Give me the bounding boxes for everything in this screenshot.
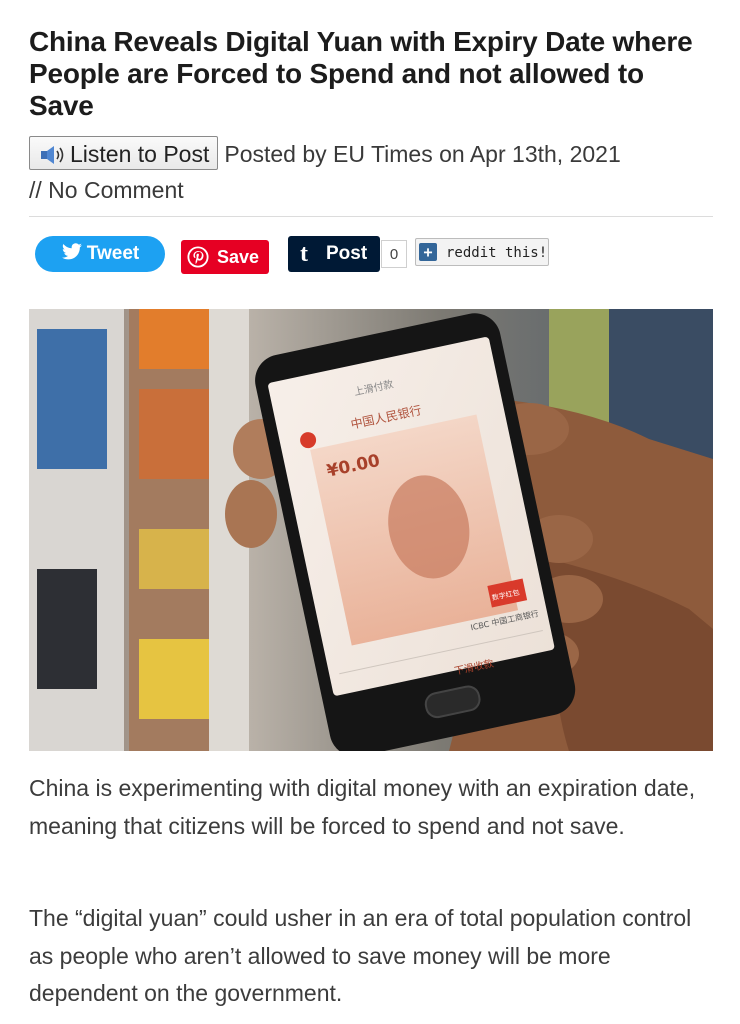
listen-label: Listen to Post — [70, 141, 210, 167]
share-buttons: Tweet Save t Post 0 + reddit this! — [29, 234, 713, 278]
article-photo: 上滑付款 中国人民银行 ¥0.00 ICBC 中国工商银行 数字红包 下滑收款 — [29, 309, 713, 751]
plus-icon: + — [419, 243, 437, 261]
posted-by-prefix: Posted by — [224, 141, 327, 167]
paragraph: China is experimenting with digital mone… — [29, 775, 696, 839]
post-meta: Listen to Post Posted by EU Times on Apr … — [29, 136, 713, 208]
article-title: China Reveals Digital Yuan with Expiry D… — [29, 26, 693, 121]
reddit-this-button[interactable]: + reddit this! — [415, 238, 549, 266]
pinterest-icon — [187, 246, 209, 268]
tumblr-icon: t — [300, 241, 308, 267]
post-date: Apr 13th, 2021 — [469, 141, 621, 167]
speaker-icon — [41, 146, 64, 164]
listen-to-post-button[interactable]: Listen to Post — [29, 136, 219, 170]
save-label: Save — [217, 247, 260, 267]
tweet-button[interactable]: Tweet — [35, 236, 165, 272]
author-link[interactable]: EU Times — [333, 141, 433, 167]
reddit-label: reddit this! — [446, 245, 548, 261]
pinterest-save-button[interactable]: Save — [181, 240, 269, 274]
paragraph: The “digital yuan” could usher in an era… — [29, 905, 692, 1006]
date-prefix: on — [439, 141, 465, 167]
divider — [29, 216, 713, 217]
phone-in-hand-image: 上滑付款 中国人民银行 ¥0.00 ICBC 中国工商银行 数字红包 下滑收款 — [29, 309, 713, 751]
twitter-bird-icon — [61, 243, 82, 260]
post-count: 0 — [381, 240, 407, 268]
tumblr-post-button[interactable]: t Post — [288, 236, 380, 272]
tweet-label: Tweet — [86, 243, 140, 264]
comments-link[interactable]: // No Comment — [29, 177, 184, 203]
post-label: Post — [326, 243, 368, 264]
